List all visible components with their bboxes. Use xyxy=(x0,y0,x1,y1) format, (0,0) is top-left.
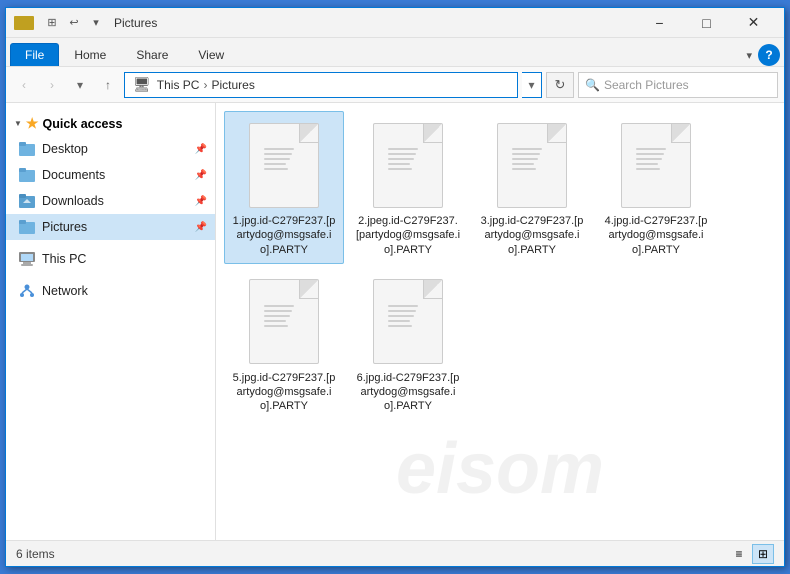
search-box[interactable]: 🔍 Search Pictures xyxy=(578,72,778,98)
this-pc-icon: 🖥 xyxy=(133,76,151,93)
sidebar-item-desktop[interactable]: Desktop 📌 xyxy=(6,136,215,162)
address-path[interactable]: 🖥 This PC › Pictures xyxy=(124,72,518,98)
item-count: 6 items xyxy=(16,547,55,561)
icons-view-button[interactable]: ⊞ xyxy=(752,544,774,564)
window-controls: − □ ✕ xyxy=(637,9,776,37)
file-item-1[interactable]: 1.jpg.id-C279F237.[partydog@msgsafe.io].… xyxy=(224,111,344,264)
file-name-6: 6.jpg.id-C279F237.[partydog@msgsafe.io].… xyxy=(355,371,461,414)
documents-pin-icon: 📌 xyxy=(195,170,207,181)
file-item-5[interactable]: 5.jpg.id-C279F237.[partydog@msgsafe.io].… xyxy=(224,268,344,421)
quick-access-chevron: ▼ xyxy=(14,119,22,128)
file-icon-wrap-1 xyxy=(244,120,324,210)
tab-view[interactable]: View xyxy=(183,43,239,66)
doc-icon-1 xyxy=(249,123,319,208)
window-icon xyxy=(14,16,34,30)
pictures-pin-icon: 📌 xyxy=(195,222,207,233)
qat-dropdown-button[interactable]: ▾ xyxy=(86,13,106,33)
documents-label: Documents xyxy=(42,168,195,182)
this-pc-path: This PC xyxy=(157,78,200,92)
search-icon: 🔍 xyxy=(585,78,600,92)
explorer-window: ⊞ ↩ ▾ Pictures − □ ✕ File Home Share Vie… xyxy=(5,7,785,567)
quick-access-label: Quick access xyxy=(42,117,122,131)
qat-properties-button[interactable]: ⊞ xyxy=(42,13,62,33)
sidebar-item-documents[interactable]: Documents 📌 xyxy=(6,162,215,188)
desktop-label: Desktop xyxy=(42,142,195,156)
pictures-label: Pictures xyxy=(42,220,195,234)
downloads-label: Downloads xyxy=(42,194,195,208)
title-bar: ⊞ ↩ ▾ Pictures − □ ✕ xyxy=(6,8,784,38)
ribbon-tab-bar: File Home Share View ▾ ? xyxy=(6,38,784,66)
ribbon-collapse-icon[interactable]: ▾ xyxy=(746,49,752,62)
doc-icon-4 xyxy=(621,123,691,208)
main-area: ▼ ★ Quick access Desktop 📌 Documents 📌 xyxy=(6,103,784,540)
this-pc-sidebar-icon xyxy=(18,250,36,268)
minimize-button[interactable]: − xyxy=(637,9,682,37)
desktop-folder-icon xyxy=(18,140,36,158)
watermark: eisom xyxy=(396,428,604,510)
close-button[interactable]: ✕ xyxy=(731,9,776,37)
view-toggle-buttons: ≡ ⊞ xyxy=(728,544,774,564)
this-pc-sidebar-label: This PC xyxy=(42,252,207,266)
recent-locations-button[interactable]: ▾ xyxy=(68,73,92,97)
tab-file[interactable]: File xyxy=(10,43,59,66)
address-bar: ‹ › ▾ ↑ 🖥 This PC › Pictures ▾ ↻ 🔍 Searc… xyxy=(6,67,784,103)
downloads-pin-icon: 📌 xyxy=(195,196,207,207)
documents-folder-icon xyxy=(18,166,36,184)
current-folder-path: Pictures xyxy=(211,78,254,92)
file-icon-wrap-3 xyxy=(492,120,572,210)
doc-icon-6 xyxy=(373,279,443,364)
tab-home[interactable]: Home xyxy=(59,43,121,66)
back-button[interactable]: ‹ xyxy=(12,73,36,97)
sidebar-item-downloads[interactable]: Downloads 📌 xyxy=(6,188,215,214)
sidebar: ▼ ★ Quick access Desktop 📌 Documents 📌 xyxy=(6,103,216,540)
quick-access-toolbar: ⊞ ↩ ▾ xyxy=(14,13,106,33)
sidebar-item-pictures[interactable]: Pictures 📌 xyxy=(6,214,215,240)
tab-share[interactable]: Share xyxy=(121,43,183,66)
file-name-4: 4.jpg.id-C279F237.[partydog@msgsafe.io].… xyxy=(603,214,709,257)
file-item-6[interactable]: 6.jpg.id-C279F237.[partydog@msgsafe.io].… xyxy=(348,268,468,421)
help-button[interactable]: ? xyxy=(758,44,780,66)
file-name-5: 5.jpg.id-C279F237.[partydog@msgsafe.io].… xyxy=(231,371,337,414)
doc-icon-3 xyxy=(497,123,567,208)
files-grid: 1.jpg.id-C279F237.[partydog@msgsafe.io].… xyxy=(224,111,776,421)
content-area: eisom xyxy=(216,103,784,540)
ribbon: File Home Share View ▾ ? xyxy=(6,38,784,67)
desktop-pin-icon: 📌 xyxy=(195,144,207,155)
sidebar-item-network[interactable]: Network xyxy=(6,278,215,304)
path-separator-1: › xyxy=(203,78,207,92)
file-icon-wrap-2 xyxy=(368,120,448,210)
address-dropdown-button[interactable]: ▾ xyxy=(522,72,542,98)
status-bar: 6 items ≡ ⊞ xyxy=(6,540,784,566)
file-item-4[interactable]: 4.jpg.id-C279F237.[partydog@msgsafe.io].… xyxy=(596,111,716,264)
file-icon-wrap-6 xyxy=(368,277,448,367)
doc-icon-5 xyxy=(249,279,319,364)
quick-access-section[interactable]: ▼ ★ Quick access xyxy=(6,111,215,136)
up-button[interactable]: ↑ xyxy=(96,73,120,97)
qat-undo-button[interactable]: ↩ xyxy=(64,13,84,33)
file-icon-wrap-4 xyxy=(616,120,696,210)
details-view-button[interactable]: ≡ xyxy=(728,544,750,564)
pictures-folder-icon xyxy=(18,218,36,236)
file-item-3[interactable]: 3.jpg.id-C279F237.[partydog@msgsafe.io].… xyxy=(472,111,592,264)
file-name-2: 2.jpeg.id-C279F237.[partydog@msgsafe.io]… xyxy=(355,214,461,257)
refresh-button[interactable]: ↻ xyxy=(546,72,574,98)
file-icon-wrap-5 xyxy=(244,277,324,367)
maximize-button[interactable]: □ xyxy=(684,9,729,37)
quick-access-star-icon: ★ xyxy=(26,115,39,132)
window-title: Pictures xyxy=(114,16,637,30)
network-label: Network xyxy=(42,284,207,298)
file-name-1: 1.jpg.id-C279F237.[partydog@msgsafe.io].… xyxy=(231,214,337,257)
network-icon xyxy=(18,282,36,300)
downloads-folder-icon xyxy=(18,192,36,210)
file-name-3: 3.jpg.id-C279F237.[partydog@msgsafe.io].… xyxy=(479,214,585,257)
forward-button[interactable]: › xyxy=(40,73,64,97)
doc-icon-2 xyxy=(373,123,443,208)
sidebar-item-this-pc[interactable]: This PC xyxy=(6,246,215,272)
search-placeholder: Search Pictures xyxy=(604,78,689,92)
file-item-2[interactable]: 2.jpeg.id-C279F237.[partydog@msgsafe.io]… xyxy=(348,111,468,264)
